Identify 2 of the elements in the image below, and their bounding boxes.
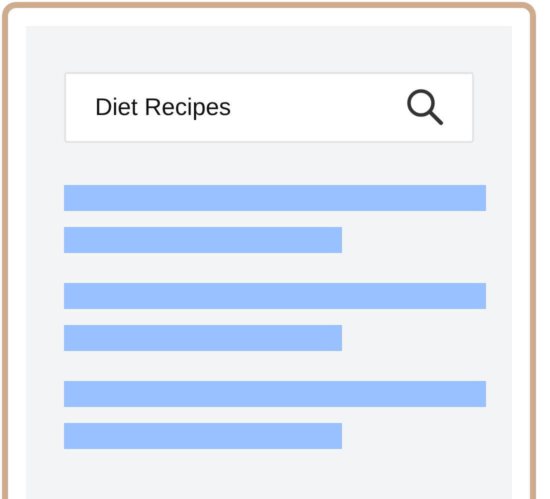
search-icon[interactable]: [406, 88, 444, 126]
search-field[interactable]: Diet Recipes: [64, 72, 474, 143]
